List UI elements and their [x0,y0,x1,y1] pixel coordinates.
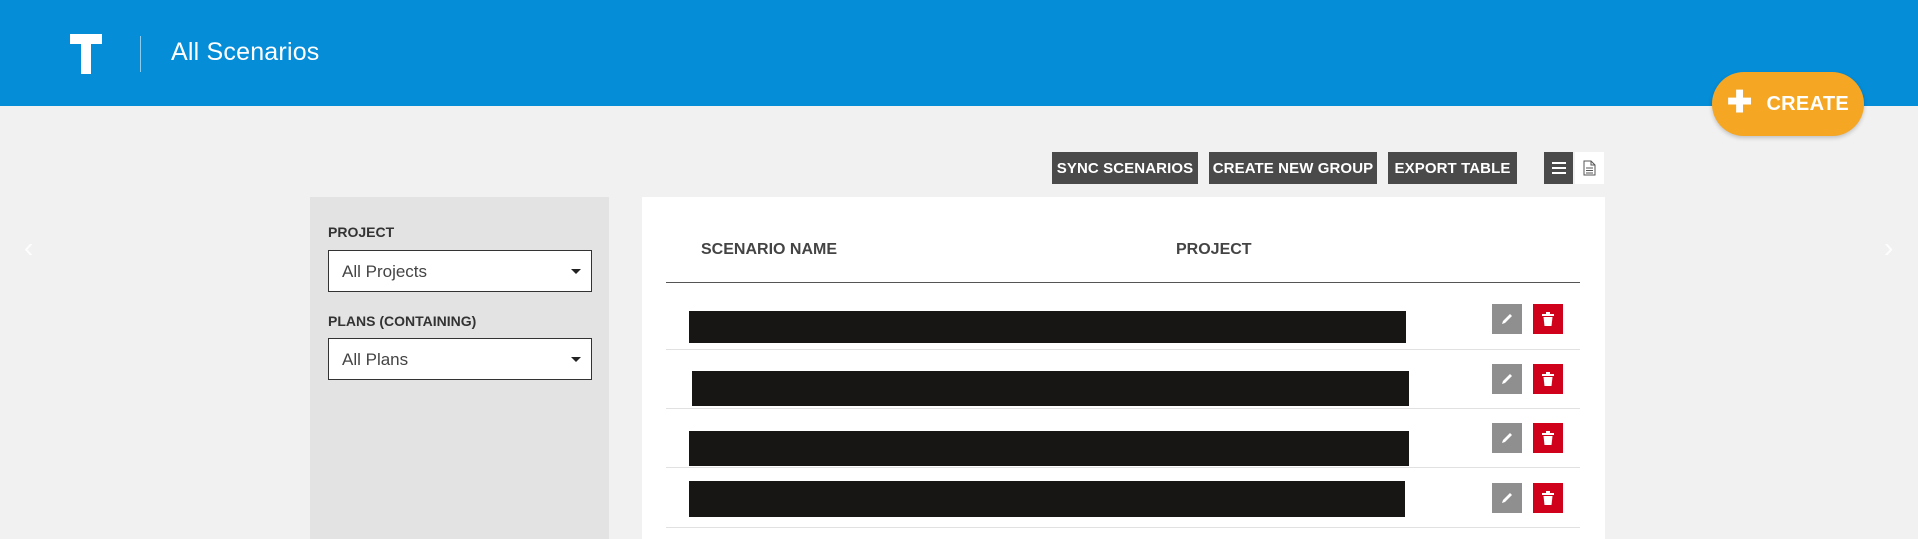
list-view-button[interactable] [1544,152,1573,184]
table-row[interactable] [666,283,1580,350]
column-header-project[interactable]: PROJECT [1176,241,1252,259]
document-icon [1583,160,1596,176]
scenario-table: SCENARIO NAME PROJECT [642,197,1605,539]
delete-button[interactable] [1533,364,1563,394]
project-filter-label: PROJECT [328,224,395,240]
create-new-group-button[interactable]: CREATE NEW GROUP [1209,152,1377,184]
page-title: All Scenarios [171,38,320,66]
edit-button[interactable] [1492,364,1522,394]
pencil-icon [1502,493,1512,503]
plus-icon: ✚ [1727,85,1753,119]
trash-icon [1542,431,1554,445]
redacted-scenario-name [689,311,1406,343]
delete-button[interactable] [1533,423,1563,453]
table-row[interactable] [666,468,1580,528]
sync-scenarios-button[interactable]: SYNC SCENARIOS [1052,152,1198,184]
redacted-scenario-name [689,481,1405,517]
trash-icon [1542,491,1554,505]
project-select[interactable]: All Projects [328,250,592,292]
create-label: CREATE [1766,92,1849,115]
table-row[interactable] [666,409,1580,468]
table-row[interactable] [666,350,1580,409]
chevron-right-icon[interactable]: › [1884,232,1893,264]
trash-icon [1542,372,1554,386]
redacted-scenario-name [692,371,1409,406]
export-table-button[interactable]: EXPORT TABLE [1388,152,1517,184]
plans-filter-label: PLANS (CONTAINING) [328,313,477,329]
project-select-value: All Projects [342,262,428,281]
pencil-icon [1502,374,1512,384]
create-button[interactable]: ✚ CREATE [1712,72,1864,136]
edit-button[interactable] [1492,483,1522,513]
caret-down-icon [571,269,581,274]
redacted-scenario-name [689,431,1409,466]
chevron-left-icon[interactable]: ‹ [24,232,33,264]
pencil-icon [1502,314,1512,324]
trash-icon [1542,312,1554,326]
column-header-scenario-name[interactable]: SCENARIO NAME [701,241,837,259]
document-view-button[interactable] [1575,152,1604,184]
plans-select-value: All Plans [342,350,409,369]
header-divider [140,36,141,72]
delete-button[interactable] [1533,483,1563,513]
caret-down-icon [571,357,581,362]
filter-sidebar: PROJECT All Projects PLANS (CONTAINING) … [310,197,609,539]
pencil-icon [1502,433,1512,443]
plans-select[interactable]: All Plans [328,338,592,380]
edit-button[interactable] [1492,304,1522,334]
delete-button[interactable] [1533,304,1563,334]
list-icon [1551,162,1566,174]
top-bar: All Scenarios [0,0,1918,106]
edit-button[interactable] [1492,423,1522,453]
app-logo[interactable] [70,34,102,74]
